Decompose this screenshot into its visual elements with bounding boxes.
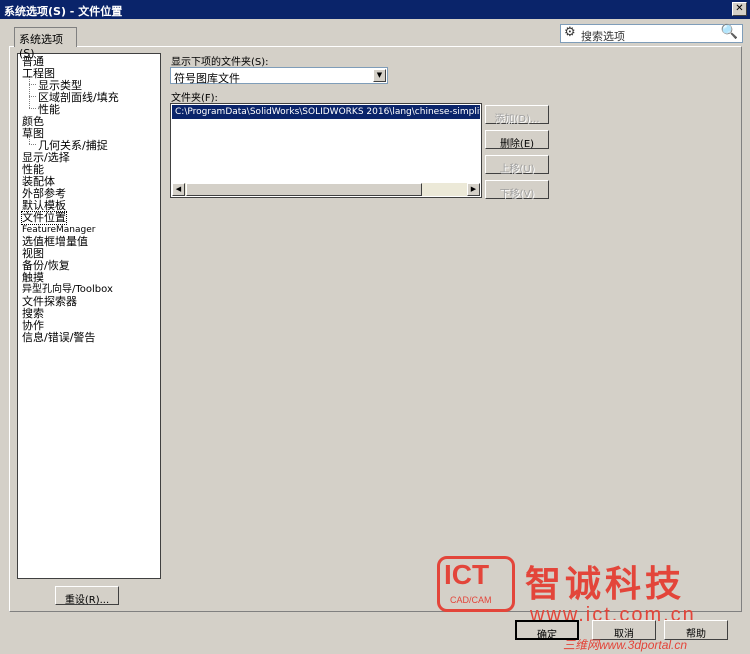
move-up-button[interactable]: 上移(U) [485,155,549,175]
tree-branch-line [29,96,36,97]
delete-button-label: 删除(E) [499,139,535,150]
title-bar: 系统选项(S) - 文件位置 ✕ [0,0,750,19]
add-button[interactable]: 添加(D)... [485,105,549,125]
help-button-label: 帮助 [686,629,706,640]
window-title: 系统选项(S) - 文件位置 [4,5,123,18]
close-icon: ✕ [735,3,744,14]
horizontal-scrollbar[interactable]: ◀ ▶ [172,183,480,196]
tree-branch-line [29,108,36,109]
search-input[interactable]: ⚙ 搜索选项 🔍 [560,24,743,43]
list-item[interactable]: C:\ProgramData\SolidWorks\SOLIDWORKS 201… [172,105,480,119]
gear-icon[interactable]: ⚙ [564,25,576,40]
reset-button-label: 重设(R)... [64,595,110,606]
options-tree[interactable]: 普通 工程图 显示类型 区域剖面线/填充 性能 颜色 草图 几何关系/捕捉 显示… [17,53,161,579]
ict-logo-subtext: CAD/CAM [450,595,492,605]
add-button-label: 添加(D)... [494,114,540,125]
ok-button-label: 确定 [537,630,557,641]
ict-logo-text: ICT [444,559,490,590]
tab-label: 系统选项(S) [19,33,63,60]
tree-item-messages-errors-warnings[interactable]: 信息/错误/警告 [22,332,95,344]
reset-button[interactable]: 重设(R)... [55,586,119,606]
watermark-url-secondary: 三维网www.3dportal.cn [563,638,688,652]
tree-branch-line [29,84,36,85]
ict-logo: ICT CAD/CAM [437,556,515,612]
scroll-thumb[interactable] [186,183,422,196]
move-down-button-label: 下移(V) [499,189,535,200]
folder-type-label: 显示下项的文件夹(S): [171,57,269,68]
scroll-left-icon[interactable]: ◀ [172,183,185,196]
tree-branch-line [29,144,36,145]
search-icon[interactable]: 🔍 [721,24,738,40]
folder-type-value: 符号图库文件 [174,72,240,85]
scroll-right-icon[interactable]: ▶ [467,183,480,196]
tab-system-options[interactable]: 系统选项(S) [14,27,77,60]
delete-button[interactable]: 删除(E) [485,130,549,150]
move-up-button-label: 上移(U) [499,164,535,175]
tree-item-file-locations[interactable]: 文件位置 [21,211,67,225]
close-button[interactable]: ✕ [732,2,747,16]
search-placeholder: 搜索选项 [581,30,625,43]
chevron-down-icon[interactable]: ▼ [373,69,386,82]
folders-list[interactable]: C:\ProgramData\SolidWorks\SOLIDWORKS 201… [170,103,482,198]
folders-label: 文件夹(F): [171,93,218,104]
folder-type-select[interactable]: 符号图库文件 ▼ [170,67,388,85]
tree-branch-line [29,76,30,108]
move-down-button[interactable]: 下移(V) [485,180,549,200]
watermark-company: 智诚科技 [525,564,686,605]
tree-item-touch[interactable]: 触摸 [22,272,44,284]
